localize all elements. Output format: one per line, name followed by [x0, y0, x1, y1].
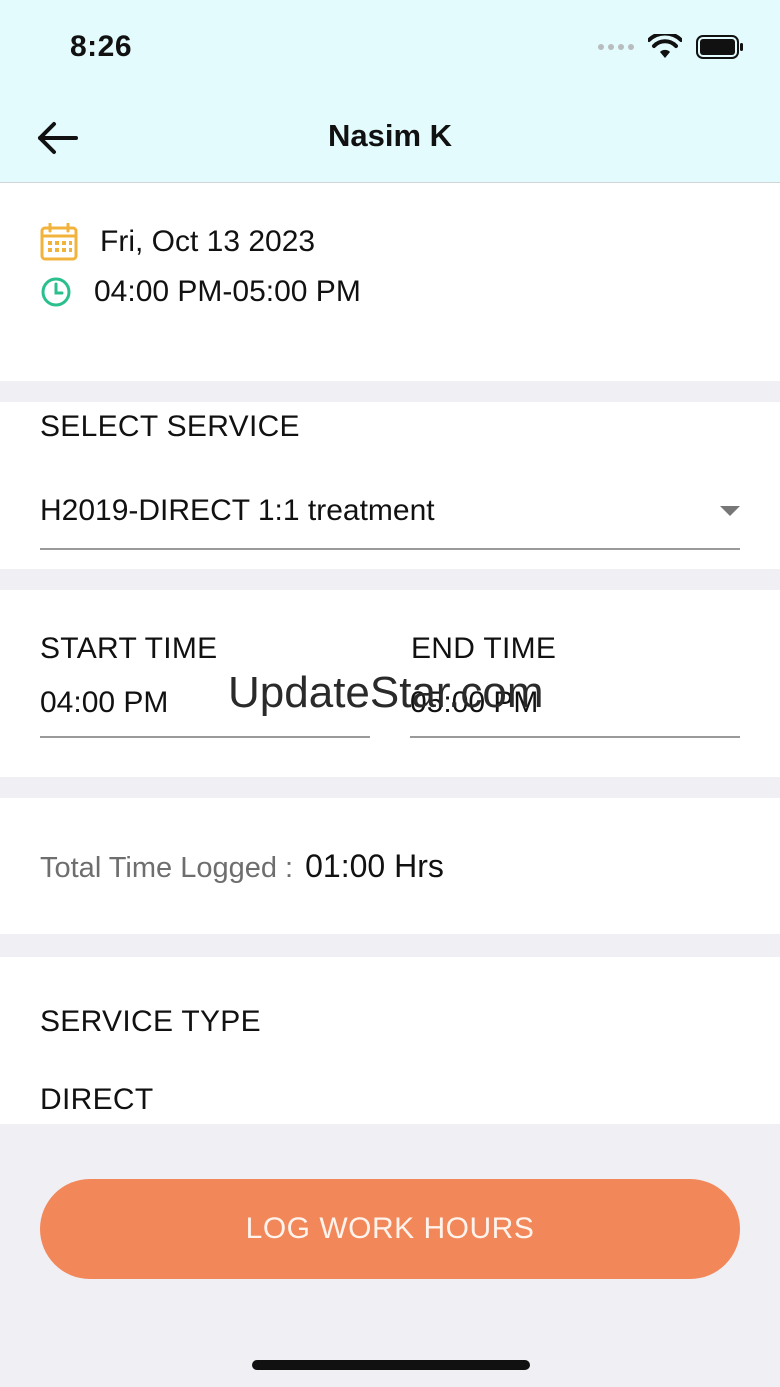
total-time-value: 01:00 Hrs: [305, 848, 444, 884]
start-time-value: 04:00 PM: [40, 686, 169, 719]
service-dropdown[interactable]: H2019-DIRECT 1:1 treatment: [40, 492, 740, 550]
battery-icon: [696, 35, 743, 59]
total-time-row: Total Time Logged : 01:00 Hrs: [40, 848, 444, 885]
appointment-date-row: Fri, Oct 13 2023: [40, 223, 315, 261]
time-card: START TIME END TIME 04:00 PM 05:00 PM: [0, 590, 780, 777]
select-service-card: SELECT SERVICE H2019-DIRECT 1:1 treatmen…: [0, 402, 780, 569]
chevron-down-icon: [720, 506, 740, 516]
select-service-label: SELECT SERVICE: [40, 410, 300, 443]
appointment-time-range: 04:00 PM-05:00 PM: [94, 275, 361, 308]
service-selected-value: H2019-DIRECT 1:1 treatment: [40, 494, 435, 527]
appointment-date: Fri, Oct 13 2023: [100, 225, 316, 258]
total-time-label: Total Time Logged :: [40, 852, 294, 884]
page-title: Nasim K: [327, 118, 453, 153]
service-type-value: DIRECT: [40, 1083, 154, 1116]
status-time: 8:26: [70, 30, 133, 63]
start-time-label: START TIME: [40, 632, 218, 665]
wifi-icon: [648, 34, 682, 58]
service-type-card: SERVICE TYPE DIRECT: [0, 957, 780, 1124]
total-time-card: Total Time Logged : 01:00 Hrs: [0, 798, 780, 934]
clock-icon: [41, 277, 71, 307]
calendar-icon: [40, 223, 78, 261]
appointment-card: Fri, Oct 13 2023 04:00 PM-05:00 PM: [0, 183, 780, 381]
app-header: 8:26 Nasim K: [0, 0, 780, 183]
service-type-label: SERVICE TYPE: [40, 1005, 261, 1038]
end-time-value: 05:00 PM: [410, 686, 539, 719]
home-indicator: [252, 1360, 530, 1370]
start-time-field[interactable]: 04:00 PM: [40, 686, 370, 738]
status-icons: [598, 34, 744, 60]
end-time-field[interactable]: 05:00 PM: [410, 686, 740, 738]
appointment-time-row: 04:00 PM-05:00 PM: [40, 275, 361, 309]
log-work-hours-button[interactable]: LOG WORK HOURS: [40, 1179, 740, 1279]
end-time-label: END TIME: [411, 632, 557, 665]
cellular-signal-icon: [598, 44, 634, 50]
